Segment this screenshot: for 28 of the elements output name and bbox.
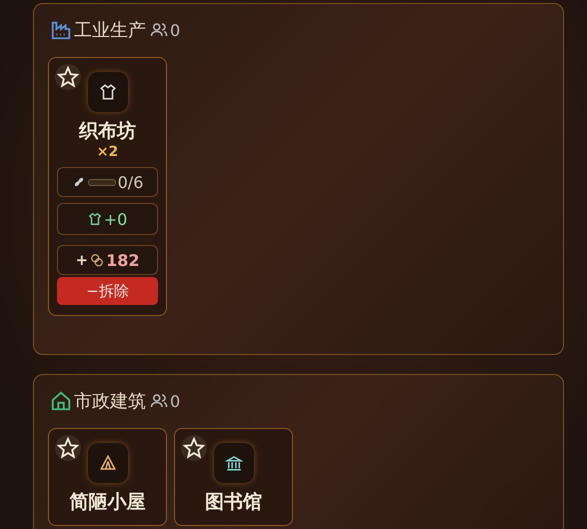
building-count: ×2 (96, 144, 118, 160)
worker-count: 0 (170, 20, 180, 40)
building-name: 简陋小屋 (70, 490, 146, 515)
storage-value: 0/6 (118, 172, 144, 192)
tent-icon (98, 454, 116, 472)
section-title: 工业生产 (74, 19, 146, 42)
shirt-icon (88, 212, 102, 226)
building-card[interactable]: 图书馆 (174, 428, 293, 526)
favorite-star-button[interactable] (55, 64, 81, 90)
people-icon (150, 21, 168, 39)
favorite-star-button[interactable] (55, 435, 81, 461)
building-card[interactable]: 简陋小屋 (48, 428, 167, 526)
plus-sign: + (76, 251, 88, 269)
demolish-button[interactable]: −拆除 (57, 277, 158, 305)
favorite-star-button[interactable] (181, 435, 207, 461)
building-name: 图书馆 (205, 490, 262, 515)
shirt-icon (98, 83, 116, 101)
building-card[interactable]: 织布坊 ×2 0/6 +0 + 182 −拆除 (48, 57, 167, 316)
people-icon (150, 392, 168, 410)
section-title: 市政建筑 (74, 390, 146, 413)
building-name: 织布坊 (79, 119, 136, 144)
output-value: +0 (104, 210, 128, 228)
factory-icon (50, 19, 72, 41)
house-icon (50, 390, 72, 412)
income-value: 182 (106, 250, 140, 270)
bank-icon (224, 454, 242, 472)
worker-count: 0 (170, 392, 180, 410)
coins-icon (90, 253, 104, 267)
